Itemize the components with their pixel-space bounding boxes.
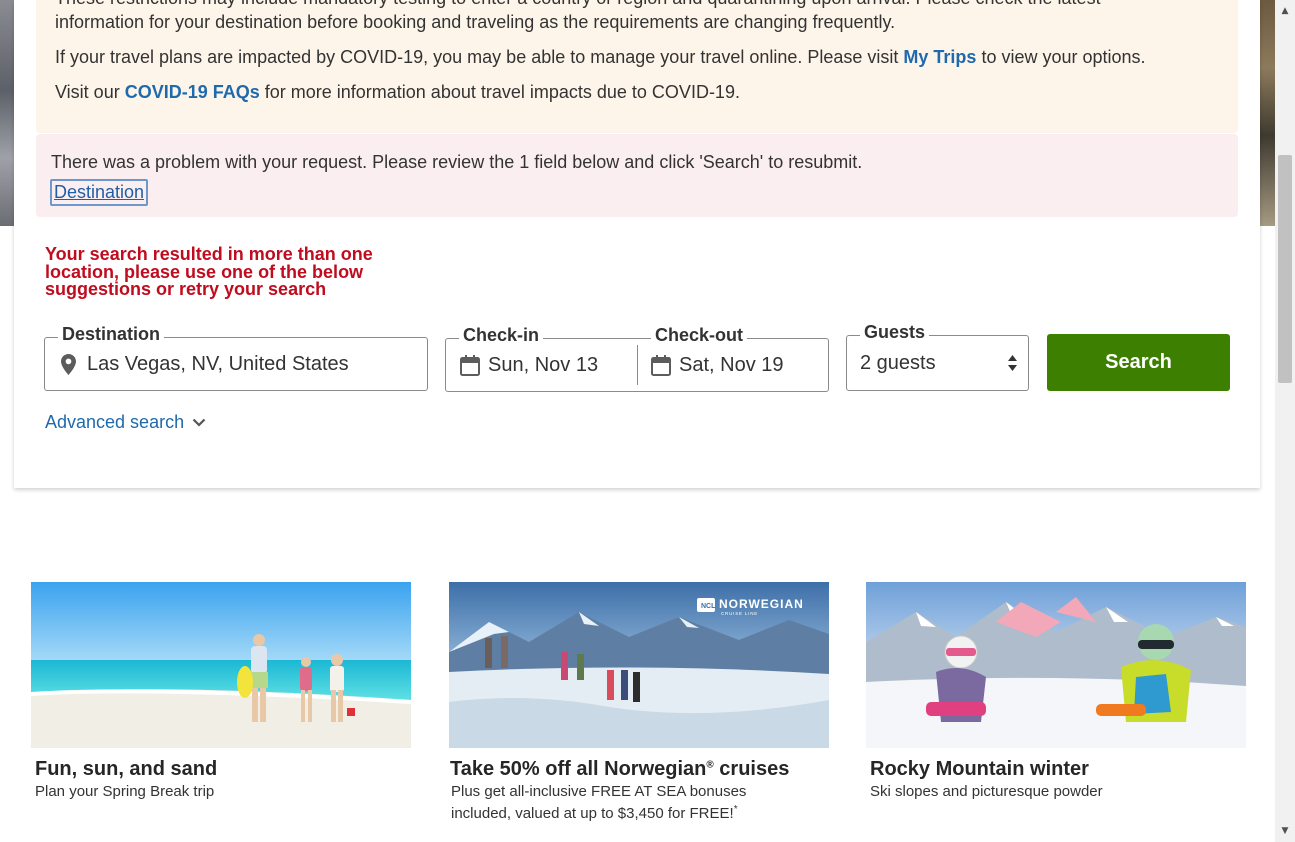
guests-label: Guests [860,322,930,343]
covid-line-3-text: If your travel plans are impacted by COV… [55,47,904,67]
cruise-line-text: CRUISE LINE [721,611,758,616]
scrollbar-thumb[interactable] [1278,155,1292,383]
covid-faqs-link[interactable]: COVID-19 FAQs [125,82,260,102]
scroll-up-arrow-icon[interactable]: ▲ [1275,2,1295,20]
covid-line-3-text-end: to view your options. [976,47,1146,67]
beach-family-image[interactable] [31,582,411,748]
advanced-search-toggle[interactable]: Advanced search [45,412,206,433]
promo-subtitle-line-1: Plus get all-inclusive FREE AT SEA bonus… [451,783,747,800]
dates-field[interactable]: Check-in Check-out Sun, Nov 13 Sat, Nov … [445,325,829,392]
calendar-icon [651,355,671,376]
error-summary-message: There was a problem with your request. P… [51,152,863,172]
covid-notice: These restrictions may include mandatory… [36,0,1238,133]
covid-notice-line-1: These restrictions may include mandatory… [55,0,1101,10]
promo-card-spring-break[interactable]: Fun, sun, and sand Plan your Spring Brea… [31,582,411,800]
footnote-mark: * [733,804,738,815]
promo-title-text-end: cruises [713,758,790,780]
error-destination-link[interactable]: Destination [50,179,149,206]
calendar-icon [460,355,480,376]
promo-title[interactable]: Fun, sun, and sand [35,758,217,781]
promo-subtitle-line-2-text: included, valued at up to $3,450 for FRE… [451,805,734,822]
checkin-label: Check-in [459,325,544,346]
norwegian-brand-text: NORWEGIAN [719,597,804,611]
glacier-hikers-image[interactable]: NCL NORWEGIAN CRUISE LINE [449,582,829,748]
promo-subtitle: Ski slopes and picturesque powder [870,783,1103,800]
hero-background-left [0,0,14,226]
ski-couple-image[interactable] [866,582,1246,748]
page-scrollbar[interactable]: ▲ ▼ [1275,0,1295,842]
advanced-search-label: Advanced search [45,412,185,432]
guests-select[interactable]: Guests 2 guests [846,322,1029,391]
covid-notice-line-2: information for your destination before … [55,12,896,32]
promo-title-text: Take 50% off all Norwegian [450,758,707,780]
registered-mark: ® [706,759,714,771]
chevron-down-icon [192,418,206,427]
location-error-message: Your search resulted in more than one lo… [45,244,373,299]
error-summary: There was a problem with your request. P… [36,134,1238,217]
ncl-badge: NCL [701,603,716,610]
promo-title[interactable]: Take 50% off all Norwegian® cruises [450,758,789,781]
search-button[interactable]: Search [1047,334,1230,391]
scroll-down-arrow-icon[interactable]: ▼ [1275,822,1295,840]
destination-field[interactable]: Destination Las Vegas, NV, United States [44,324,428,391]
destination-input[interactable]: Las Vegas, NV, United States [87,353,349,376]
covid-notice-line-4: Visit our COVID-19 FAQs for more informa… [55,80,740,104]
covid-line-4-text: Visit our [55,82,125,102]
promo-card-rocky-mountain[interactable]: Rocky Mountain winter Ski slopes and pic… [866,582,1246,800]
promo-subtitle: Plan your Spring Break trip [35,783,215,800]
hero-background-right [1260,0,1275,226]
promo-card-norwegian[interactable]: NCL NORWEGIAN CRUISE LINE Take 50% off a… [449,582,829,822]
promo-subtitle-line-2: included, valued at up to $3,450 for FRE… [451,801,746,823]
destination-label: Destination [58,324,165,345]
guests-value: 2 guests [860,352,936,374]
covid-line-4-text-end: for more information about travel impact… [259,82,740,102]
checkout-label: Check-out [651,325,748,346]
map-pin-icon [61,354,76,375]
date-divider [637,345,638,385]
select-arrows-icon [1008,355,1017,371]
promo-subtitle: Plus get all-inclusive FREE AT SEA bonus… [451,783,746,823]
checkout-input[interactable]: Sat, Nov 19 [679,354,784,377]
covid-notice-line-3: If your travel plans are impacted by COV… [55,45,1146,69]
checkin-input[interactable]: Sun, Nov 13 [488,354,598,377]
my-trips-link[interactable]: My Trips [903,47,976,67]
promo-title[interactable]: Rocky Mountain winter [870,758,1089,781]
